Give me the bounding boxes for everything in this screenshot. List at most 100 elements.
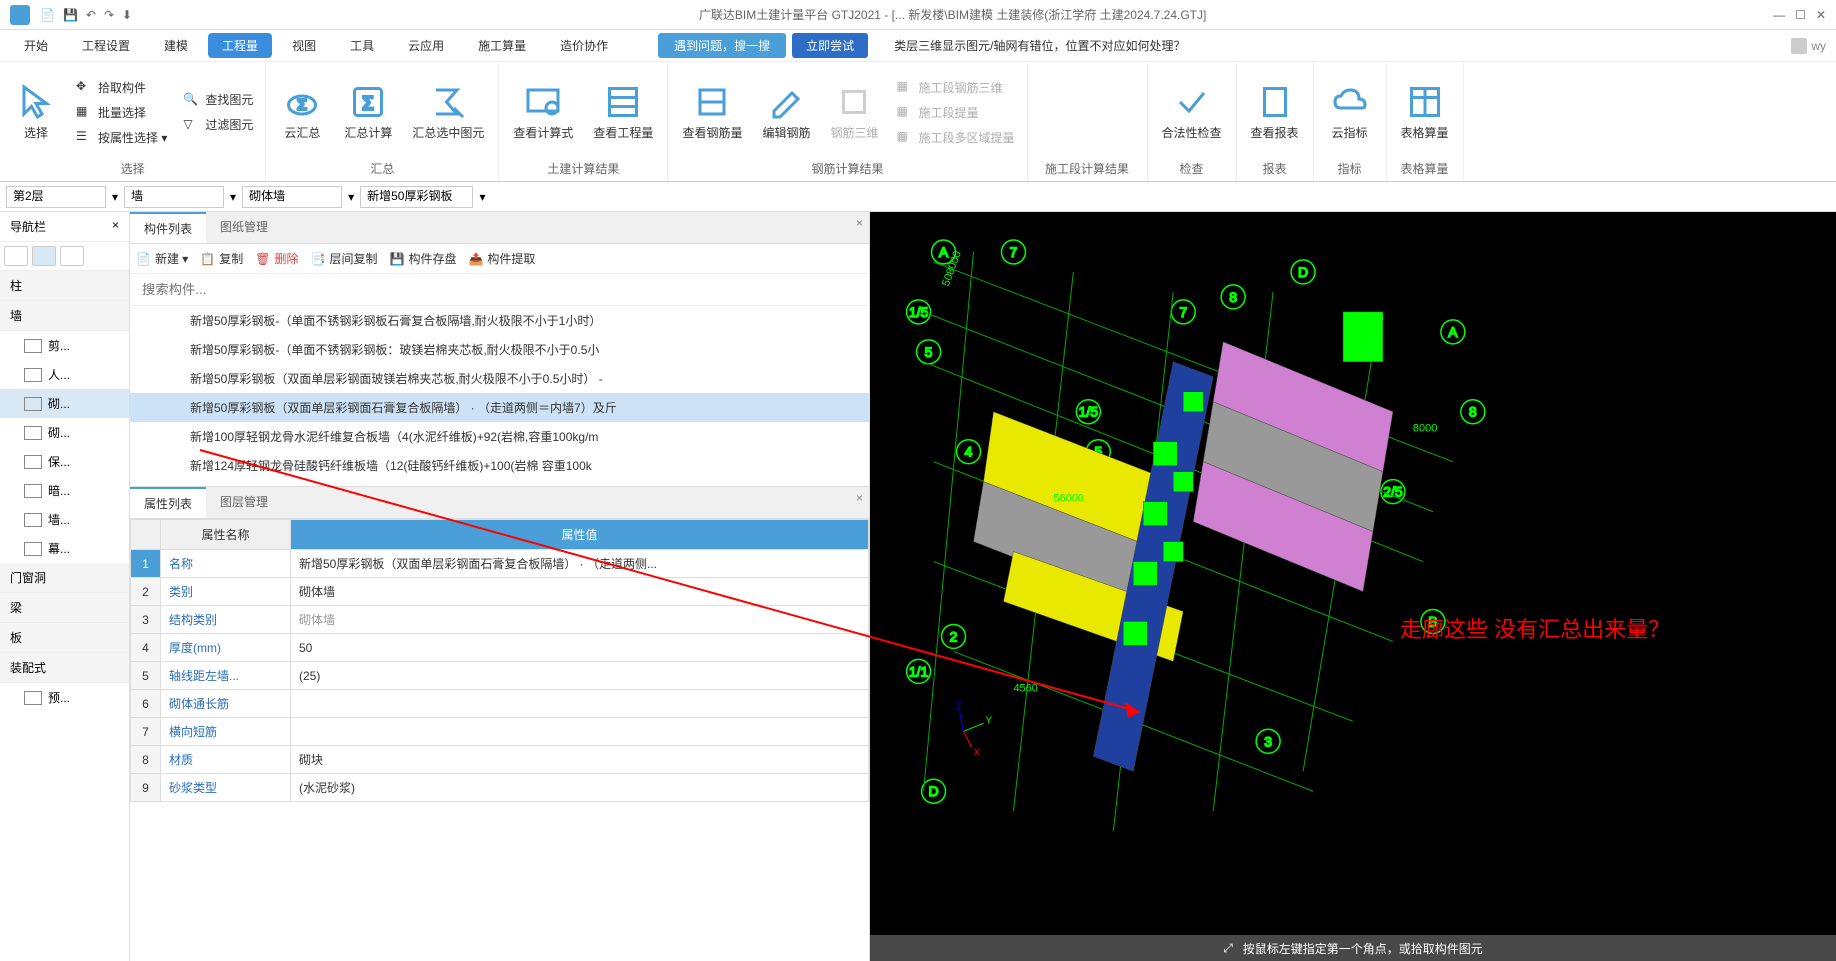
edit-rebar-button[interactable]: 编辑钢筋 bbox=[754, 66, 818, 158]
nav-item-wall[interactable]: 暗... bbox=[0, 476, 129, 505]
floor-select[interactable]: 第2层 bbox=[6, 186, 106, 208]
nav-section-door[interactable]: 门窗洞 bbox=[0, 563, 129, 593]
construct-multi-button[interactable]: ▦施工段多区域提量 bbox=[890, 127, 1020, 148]
close-icon[interactable]: × bbox=[112, 218, 119, 235]
tab-cost-collab[interactable]: 造价协作 bbox=[546, 33, 622, 58]
tab-view[interactable]: 视图 bbox=[278, 33, 330, 58]
component-row[interactable]: 新增124厚轻钢龙骨硅酸钙纤维板墙（12(硅酸钙纤维板)+100(岩棉 容重10… bbox=[130, 451, 869, 480]
tab-property-list[interactable]: 属性列表 bbox=[130, 487, 206, 518]
qat-btn[interactable]: ↷ bbox=[104, 8, 114, 22]
nav-item-wall[interactable]: 保... bbox=[0, 447, 129, 476]
search-hint-button[interactable]: 遇到问题，搜一搜 bbox=[658, 33, 786, 58]
nav-view-btn[interactable] bbox=[32, 246, 56, 266]
nav-item-wall[interactable]: 墙... bbox=[0, 505, 129, 534]
summary-calc-button[interactable]: Σ汇总计算 bbox=[336, 66, 400, 158]
cloud-indicator-button[interactable]: 云指标 bbox=[1320, 66, 1380, 158]
tab-quantity[interactable]: 工程量 bbox=[208, 33, 272, 58]
table-quantity-button[interactable]: 表格算量 bbox=[1393, 66, 1457, 158]
expand-icon[interactable]: ⤢ bbox=[1223, 941, 1233, 956]
component-select[interactable]: 新增50厚彩钢板 bbox=[360, 186, 473, 208]
view-report-button[interactable]: 查看报表 bbox=[1243, 66, 1307, 158]
nav-item-wall[interactable]: 剪... bbox=[0, 331, 129, 360]
3d-model-view[interactable]: A 7 7 8 D A 8 1/5 5 4 2 1/1 D 1/5 5 3 2/ bbox=[870, 212, 1836, 961]
component-row[interactable]: 新增100厚轻钢龙骨水泥纤维复合板墙（4(水泥纤维板)+92(岩棉,容重100k… bbox=[130, 422, 869, 451]
close-icon[interactable]: × bbox=[856, 216, 863, 230]
qat-btn[interactable]: 📄 bbox=[40, 8, 55, 22]
property-row[interactable]: 2类别砌体墙 bbox=[131, 578, 869, 606]
nav-section-wall[interactable]: 墙 bbox=[0, 301, 129, 331]
type-select[interactable]: 砌体墙 bbox=[242, 186, 342, 208]
tab-modeling[interactable]: 建模 bbox=[150, 33, 202, 58]
nav-section-slab[interactable]: 板 bbox=[0, 623, 129, 653]
filter-element-button[interactable]: ▽过滤图元 bbox=[177, 114, 259, 135]
try-now-button[interactable]: 立即尝试 bbox=[792, 33, 868, 58]
nav-item-wall[interactable]: 砌... bbox=[0, 389, 129, 418]
cloud-summary-button[interactable]: Σ云汇总 bbox=[272, 66, 332, 158]
property-row[interactable]: 3结构类别砌体墙 bbox=[131, 606, 869, 634]
property-row[interactable]: 4厚度(mm)50 bbox=[131, 634, 869, 662]
maximize-button[interactable]: ☐ bbox=[1795, 8, 1806, 22]
tab-layer-manage[interactable]: 图层管理 bbox=[206, 487, 282, 518]
tab-construction[interactable]: 施工算量 bbox=[464, 33, 540, 58]
property-row[interactable]: 6砌体通长筋 bbox=[131, 690, 869, 718]
copy-button[interactable]: 📋 复制 bbox=[200, 250, 243, 267]
pick-component-button[interactable]: ✥拾取构件 bbox=[70, 77, 173, 98]
component-row[interactable]: 新增50厚彩钢板（双面单层彩钢面玻镁岩棉夹芯板,耐火极限不小于0.5小时） - bbox=[130, 364, 869, 393]
help-question-text[interactable]: 类层三维显示图元/轴网有错位，位置不对应如何处理？ bbox=[894, 37, 1185, 54]
qat-btn[interactable]: ⬇ bbox=[122, 8, 132, 22]
nav-item-wall[interactable]: 幕... bbox=[0, 534, 129, 563]
validity-check-button[interactable]: 合法性检查 bbox=[1154, 66, 1230, 158]
batch-select-button[interactable]: ▦批量选择 bbox=[70, 102, 173, 123]
nav-view-btn[interactable] bbox=[60, 246, 84, 266]
tab-tools[interactable]: 工具 bbox=[336, 33, 388, 58]
3d-viewport[interactable]: A 7 7 8 D A 8 1/5 5 4 2 1/1 D 1/5 5 3 2/ bbox=[870, 212, 1836, 961]
construct-rebar-3d-button[interactable]: ▦施工段钢筋三维 bbox=[890, 77, 1020, 98]
tab-cloud-app[interactable]: 云应用 bbox=[394, 33, 458, 58]
close-button[interactable]: ✕ bbox=[1816, 8, 1826, 22]
minimize-button[interactable]: — bbox=[1773, 8, 1785, 22]
nav-section-prefab[interactable]: 装配式 bbox=[0, 653, 129, 683]
component-row[interactable]: 新增50厚彩钢板-（单面不锈钢彩钢板：玻镁岩棉夹芯板,耐火极限不小于0.5小 bbox=[130, 335, 869, 364]
view-rebar-button[interactable]: 查看钢筋量 bbox=[674, 66, 750, 158]
component-row[interactable]: 新增50厚彩钢板（双面单层彩钢面石膏复合板隔墙） · （走道两侧＝内墙7）及斤 bbox=[130, 393, 869, 422]
nav-item-wall[interactable]: 人... bbox=[0, 360, 129, 389]
delete-button[interactable]: 🗑 删除 bbox=[255, 250, 298, 267]
nav-section-beam[interactable]: 梁 bbox=[0, 593, 129, 623]
floor-copy-button[interactable]: 📑 层间复制 bbox=[311, 250, 378, 267]
property-row[interactable]: 1名称新增50厚彩钢板（双面单层彩钢面石膏复合板隔墙） · （走道两侧... bbox=[131, 550, 869, 578]
nav-view-btn[interactable] bbox=[4, 246, 28, 266]
tab-project-settings[interactable]: 工程设置 bbox=[68, 33, 144, 58]
nav-item-wall[interactable]: 砌... bbox=[0, 418, 129, 447]
property-row[interactable]: 5轴线距左墙...(25) bbox=[131, 662, 869, 690]
svg-text:Σ: Σ bbox=[363, 93, 374, 113]
construct-quantity-button[interactable]: ▦施工段提量 bbox=[890, 102, 1020, 123]
summary-selected-button[interactable]: 汇总选中图元 bbox=[404, 66, 492, 158]
nav-item-prefab[interactable]: 预... bbox=[0, 683, 129, 712]
close-icon[interactable]: × bbox=[856, 491, 863, 505]
user-badge[interactable]: wy bbox=[1791, 38, 1826, 54]
category-select[interactable]: 墙 bbox=[124, 186, 224, 208]
nav-section-column[interactable]: 柱 bbox=[0, 271, 129, 301]
component-row[interactable]: 新增50厚彩钢板-（单面不锈钢彩钢板石膏复合板隔墙,耐火极限不小于1小时） bbox=[130, 306, 869, 335]
property-row[interactable]: 9砂浆类型(水泥砂浆) bbox=[131, 774, 869, 802]
search-input[interactable] bbox=[138, 278, 861, 301]
view-formula-button[interactable]: 查看计算式 bbox=[505, 66, 581, 158]
extract-component-button[interactable]: 📤 构件提取 bbox=[468, 250, 535, 267]
new-button[interactable]: 📄 新建 ▾ bbox=[136, 250, 188, 267]
view-quantity-button[interactable]: 查看工程量 bbox=[585, 66, 661, 158]
tab-start[interactable]: 开始 bbox=[10, 33, 62, 58]
save-component-button[interactable]: 💾 构件存盘 bbox=[390, 250, 457, 267]
property-table: 属性名称 属性值 1名称新增50厚彩钢板（双面单层彩钢面石膏复合板隔墙） · （… bbox=[130, 519, 869, 802]
select-button[interactable]: 选择 bbox=[6, 66, 66, 158]
rebar-3d-button[interactable]: 钢筋三维 bbox=[822, 66, 886, 158]
property-row[interactable]: 7横向短筋 bbox=[131, 718, 869, 746]
window-title: 广联达BIM土建计量平台 GTJ2021 - [... 新发楼\BIM建模 土建… bbox=[132, 6, 1773, 23]
ribbon-group-construct: 施工段计算结果 bbox=[1028, 62, 1148, 181]
tab-drawing-manage[interactable]: 图纸管理 bbox=[206, 212, 282, 243]
find-element-button[interactable]: 🔍查找图元 bbox=[177, 89, 259, 110]
tab-component-list[interactable]: 构件列表 bbox=[130, 212, 206, 243]
property-row[interactable]: 8材质砌块 bbox=[131, 746, 869, 774]
qat-btn[interactable]: 💾 bbox=[63, 8, 78, 22]
select-by-prop-button[interactable]: ☰按属性选择 ▾ bbox=[70, 127, 173, 148]
qat-btn[interactable]: ↶ bbox=[86, 8, 96, 22]
